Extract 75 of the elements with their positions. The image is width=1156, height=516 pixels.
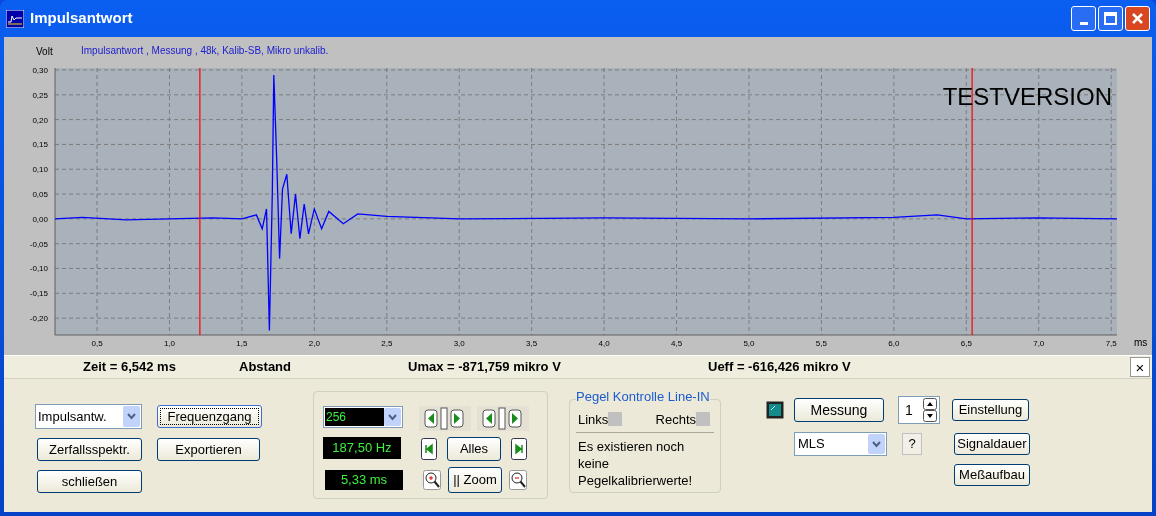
dropdown-icon xyxy=(123,406,140,427)
x-axis-label: ms xyxy=(1134,337,1148,348)
signal-select[interactable]: MLS xyxy=(794,432,887,456)
x-tick-label: 6,5 xyxy=(960,339,972,348)
spinner-arrows-icon xyxy=(923,398,937,422)
export-button[interactable]: Exportieren xyxy=(157,438,260,461)
close-button[interactable]: × xyxy=(1130,357,1150,377)
x-tick-label: 2,0 xyxy=(308,339,320,348)
y-tick-label: 0,15 xyxy=(32,140,48,150)
close-icon xyxy=(1131,12,1144,25)
x-tick-label: 7,0 xyxy=(1033,339,1045,348)
y-tick-label: 0,05 xyxy=(32,190,48,200)
x-tick-label: 4,0 xyxy=(598,339,610,348)
scroll-arrows-icon xyxy=(419,406,471,431)
y-tick-label: -0,10 xyxy=(29,264,48,274)
time-readout: Zeit = 6,542 ms xyxy=(83,358,176,377)
points-select[interactable]: 256 xyxy=(323,406,403,428)
app-icon xyxy=(6,9,24,28)
frequency-display: 187,50 Hz xyxy=(323,437,401,459)
x-tick-label: 5,0 xyxy=(743,339,755,348)
window-title: Impulsantwort xyxy=(30,8,133,29)
chart-title: Impulsantwort , Messung , 48k, Kalib-SB, Mikro unkalib. xyxy=(81,45,329,56)
last-icon[interactable] xyxy=(511,438,527,460)
zoom-button[interactable]: || Zoom xyxy=(448,467,502,493)
setup-button[interactable]: Meßaufbau xyxy=(954,464,1030,486)
calibration-message: Es existieren noch keine Pegelkalibrierwerte! xyxy=(578,438,694,489)
y-axis-label: Volt xyxy=(36,46,53,57)
x-tick-label: 3,0 xyxy=(453,339,465,348)
x-tick-label: 1,0 xyxy=(163,339,175,348)
zoom-out-icon[interactable] xyxy=(509,470,527,490)
help-button[interactable]: ? xyxy=(902,433,922,455)
maximize-button[interactable] xyxy=(1098,6,1123,31)
decay-button[interactable]: Zerfallsspektr. xyxy=(37,438,142,461)
dropdown-icon xyxy=(868,434,885,454)
channel-checkbox[interactable] xyxy=(608,412,623,427)
y-tick-label: 0,10 xyxy=(32,165,48,175)
duration-display: 5,33 ms xyxy=(325,470,403,490)
x-tick-label: 1,5 xyxy=(236,339,248,348)
close-button[interactable]: schließen xyxy=(37,470,142,493)
signal-duration-button[interactable]: Signaldauer xyxy=(954,433,1030,455)
y-tick-label: -0,05 xyxy=(29,239,48,249)
y-tick-label: 0,25 xyxy=(32,90,48,100)
minimize-icon xyxy=(1079,22,1088,25)
channel-label: Links xyxy=(578,410,609,429)
maximize-icon xyxy=(1104,12,1117,25)
dropdown-icon xyxy=(384,408,401,426)
scroll-arrows-icon xyxy=(477,406,529,431)
umax-readout: Umax = -871,759 mikro V xyxy=(408,358,561,377)
settings-button[interactable]: Einstellung xyxy=(952,399,1029,421)
distance-label: Abstand xyxy=(239,358,291,377)
x-tick-label: 7,5 xyxy=(1105,339,1117,348)
y-tick-label: -0,20 xyxy=(29,314,48,324)
frequency-button[interactable]: Frequenzgang xyxy=(157,405,262,428)
x-tick-label: 2,5 xyxy=(381,339,393,348)
x-tick-label: 4,5 xyxy=(671,339,683,348)
y-tick-label: 0,20 xyxy=(32,115,48,125)
y-tick-label: -0,15 xyxy=(29,289,48,299)
minimize-button[interactable] xyxy=(1071,6,1096,31)
measure-button[interactable]: Messung xyxy=(794,398,884,422)
channel-checkbox[interactable] xyxy=(696,412,710,427)
close-button[interactable] xyxy=(1125,6,1150,31)
y-tick-label: 0,00 xyxy=(32,214,48,224)
zoom-in-icon[interactable] xyxy=(423,470,441,490)
x-tick-label: 0,5 xyxy=(91,339,103,348)
x-tick-label: 5,5 xyxy=(815,339,827,348)
channel-label: Rechts xyxy=(655,410,696,429)
y-tick-label: 0,30 xyxy=(32,66,48,75)
all-button[interactable]: Alles xyxy=(447,437,501,461)
view-select[interactable]: Impulsantw. xyxy=(35,404,142,429)
x-tick-label: 3,5 xyxy=(526,339,538,348)
status-led-icon xyxy=(766,401,784,419)
x-tick-label: 6,0 xyxy=(888,339,900,348)
repeat-spinner[interactable]: 1 xyxy=(898,396,940,424)
first-icon[interactable] xyxy=(421,438,437,460)
ueff-readout: Ueff = -616,426 mikro V xyxy=(708,358,851,377)
